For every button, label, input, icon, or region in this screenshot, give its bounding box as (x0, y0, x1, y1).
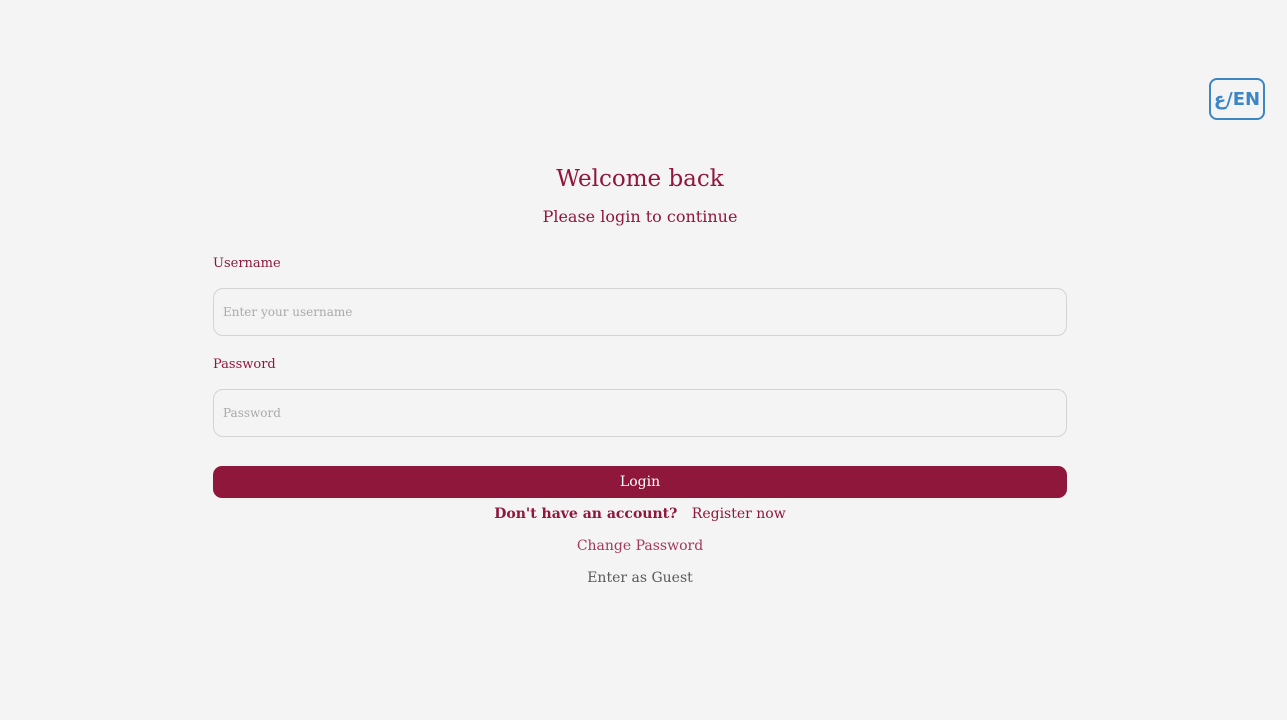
register-row: Don't have an account? Register now (0, 502, 1280, 526)
register-link[interactable]: Register now (692, 506, 786, 522)
change-password-link[interactable]: Change Password (577, 538, 703, 554)
username-input[interactable] (213, 288, 1067, 336)
change-password-row: Change Password (0, 534, 1280, 558)
password-input[interactable] (213, 389, 1067, 437)
guest-link[interactable]: Enter as Guest (587, 570, 693, 586)
password-label: Password (213, 357, 276, 372)
page-title: Welcome back (556, 166, 724, 192)
page-subtitle: Please login to continue (542, 207, 738, 226)
username-label: Username (213, 256, 281, 271)
login-button[interactable]: Login (213, 466, 1067, 498)
language-toggle-label: ع/EN (1213, 88, 1261, 110)
guest-row: Enter as Guest (0, 566, 1280, 590)
no-account-text: Don't have an account? (494, 506, 678, 522)
language-toggle-button[interactable]: ع/EN (1209, 78, 1265, 120)
